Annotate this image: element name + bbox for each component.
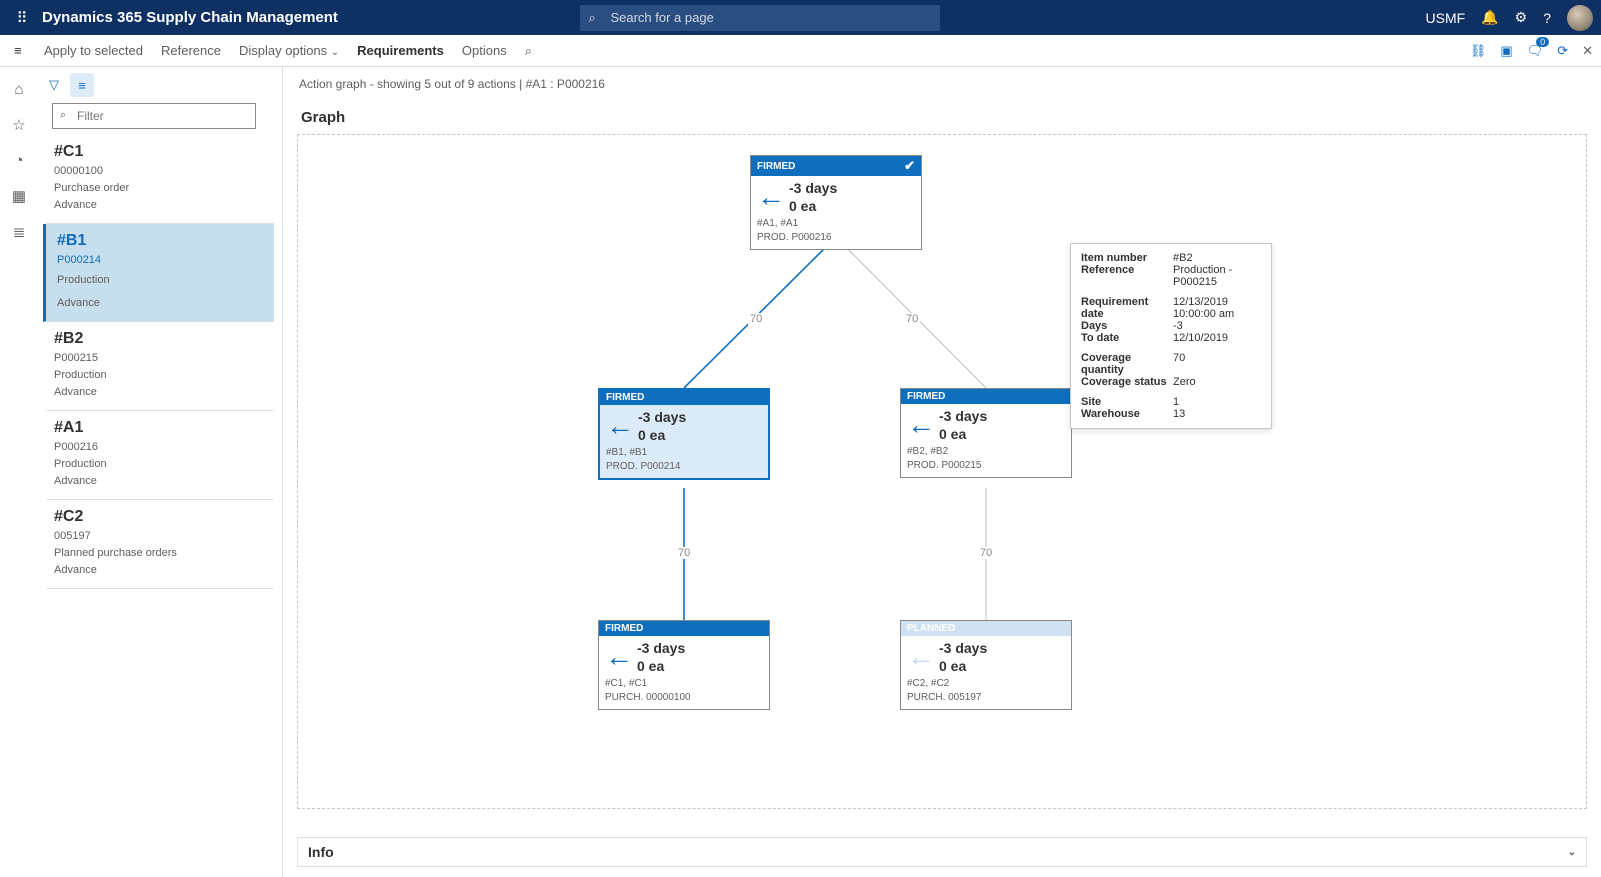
panel-title: Graph: [297, 101, 1587, 134]
chevron-down-icon: ⌄: [331, 47, 339, 58]
info-header[interactable]: Info ⌄: [298, 838, 1586, 866]
graph-node-c1[interactable]: FIRMED ←-3 days0 ea #C1, #C1PURCH. 00000…: [598, 620, 770, 710]
cmd-reference[interactable]: Reference: [161, 43, 221, 58]
edge-label: 70: [904, 313, 920, 325]
graph-node-b2[interactable]: FIRMED ←-3 days0 ea #B2, #B2PROD. P00021…: [900, 388, 1072, 478]
cmd-apply[interactable]: Apply to selected: [44, 43, 143, 58]
messages-icon[interactable]: 🗨: [1527, 43, 1544, 59]
horizontal-scrollbar[interactable]: [297, 815, 1587, 831]
settings-icon[interactable]: ⚙: [1515, 9, 1528, 26]
list-item[interactable]: #B1 P000214 Production Advance: [43, 224, 274, 322]
entity-label[interactable]: USMF: [1426, 10, 1466, 26]
modules-icon[interactable]: ≣: [13, 223, 26, 241]
cmd-display[interactable]: Display options ⌄: [239, 43, 339, 58]
main-content: Action graph - showing 5 out of 9 action…: [283, 67, 1601, 877]
search-input[interactable]: [580, 5, 940, 31]
info-panel: Info ⌄: [297, 837, 1587, 867]
search-box[interactable]: ⌕: [580, 5, 940, 31]
arrow-left-icon: ←: [757, 189, 785, 206]
hamburger-icon[interactable]: ≡: [14, 43, 22, 58]
workspaces-icon[interactable]: ▦: [12, 187, 26, 205]
search-icon: ⌕: [588, 10, 595, 26]
graph-node-b1[interactable]: FIRMED ←-3 days0 ea #B1, #B1PROD. P00021…: [598, 388, 770, 480]
chevron-down-icon: ⌄: [1568, 847, 1576, 858]
close-icon[interactable]: ✕: [1582, 43, 1593, 59]
sidebar: ▽ ≡ ⌕ #C1 00000100 Purchase order Advanc…: [38, 67, 283, 877]
arrow-left-icon: ←: [606, 418, 634, 435]
recent-icon[interactable]: ◔: [14, 152, 23, 169]
breadcrumb: Action graph - showing 5 out of 9 action…: [283, 67, 1601, 101]
edge-label: 70: [978, 547, 994, 559]
app-title: Dynamics 365 Supply Chain Management: [42, 9, 338, 26]
graph-canvas[interactable]: 70 70 70 70 FIRMED✔ ←-3 days0 ea #A1, #A…: [297, 134, 1587, 809]
command-bar: ≡ Apply to selected Reference Display op…: [0, 35, 1601, 67]
card-code: #B2: [54, 330, 266, 348]
check-icon: ✔: [904, 158, 915, 174]
list-tool-icon[interactable]: ≡: [70, 73, 94, 97]
tooltip: Item number#B2 ReferenceProduction - P00…: [1070, 243, 1272, 429]
filter-search-icon: ⌕: [60, 109, 66, 122]
notifications-icon[interactable]: 🔔: [1481, 9, 1498, 26]
home-icon[interactable]: ⌂: [14, 81, 23, 98]
cmd-search-icon[interactable]: ⌕: [525, 43, 532, 59]
office-icon[interactable]: ▣: [1500, 43, 1512, 59]
link-icon[interactable]: ⛓: [1470, 43, 1487, 59]
refresh-icon[interactable]: ⟳: [1557, 43, 1568, 59]
graph-node-c2[interactable]: PLANNED ←-3 days0 ea #C2, #C2PURCH. 0051…: [900, 620, 1072, 710]
graph-node-a1[interactable]: FIRMED✔ ←-3 days0 ea #A1, #A1PROD. P0002…: [750, 155, 922, 250]
topbar: ⠿ Dynamics 365 Supply Chain Management ⌕…: [0, 0, 1601, 35]
arrow-left-icon: ←: [907, 417, 935, 434]
cmd-requirements[interactable]: Requirements: [357, 43, 444, 58]
list-item[interactable]: #C1 00000100 Purchase order Advance: [46, 135, 274, 224]
list-item[interactable]: #B2 P000215 Production Advance: [46, 322, 274, 411]
topbar-right: USMF 🔔 ⚙ ?: [1426, 5, 1593, 31]
app-launcher-icon[interactable]: ⠿: [8, 9, 36, 27]
filter-tool-icon[interactable]: ▽: [42, 73, 66, 97]
list-item[interactable]: #C2 005197 Planned purchase orders Advan…: [46, 500, 274, 589]
list-item[interactable]: #A1 P000216 Production Advance: [46, 411, 274, 500]
favorites-icon[interactable]: ☆: [12, 116, 25, 134]
nav-rail: ⌂ ☆ ◔ ▦ ≣: [0, 67, 38, 877]
filter-input[interactable]: [52, 103, 256, 129]
edge-label: 70: [676, 547, 692, 559]
arrow-left-icon: ←: [907, 649, 935, 666]
card-code: #A1: [54, 419, 266, 437]
cmd-options[interactable]: Options: [462, 43, 507, 58]
avatar[interactable]: [1567, 5, 1593, 31]
card-code: #C1: [54, 143, 266, 161]
card-code: #B1: [57, 232, 266, 250]
card-code: #C2: [54, 508, 266, 526]
arrow-left-icon: ←: [605, 649, 633, 666]
edge-label: 70: [748, 313, 764, 325]
help-icon[interactable]: ?: [1543, 10, 1551, 26]
